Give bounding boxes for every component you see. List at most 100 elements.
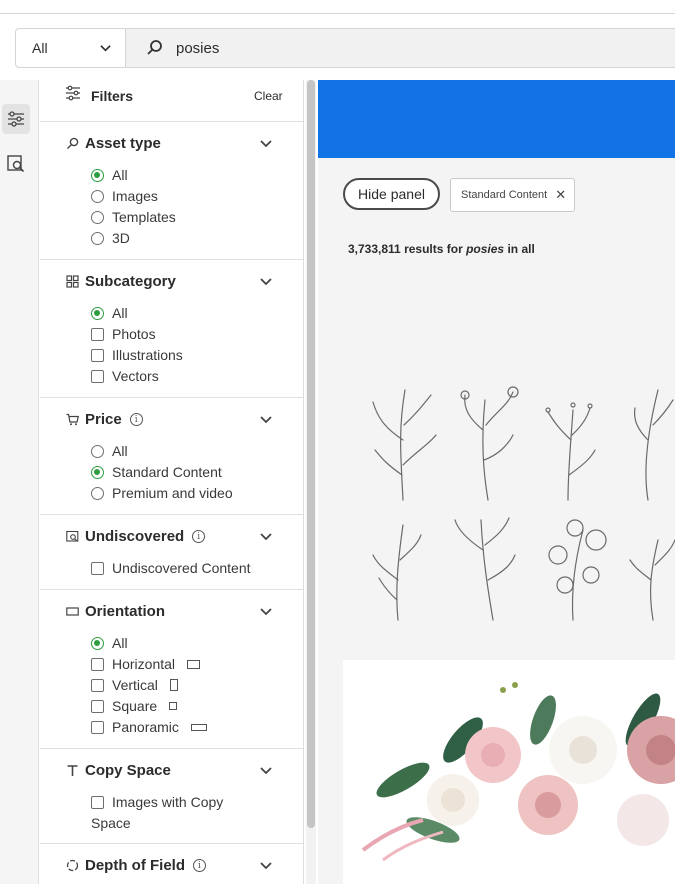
filters-header: Filters Clear: [40, 80, 303, 122]
panoramic-shape-icon: [190, 723, 207, 731]
radio[interactable]: [91, 231, 104, 245]
vertical-shape-icon: [169, 679, 178, 691]
search-bar: All: [15, 28, 675, 68]
subcategory-option-vectors[interactable]: Vectors: [91, 367, 159, 385]
subcategory-section: Subcategory All Photos Illustrations Vec…: [40, 260, 303, 398]
undiscovered-option[interactable]: Undiscovered Content: [91, 559, 251, 577]
price-header[interactable]: Price i: [66, 411, 143, 428]
chevron-down-icon[interactable]: [260, 767, 272, 775]
square-shape-icon: [169, 702, 178, 710]
asset-type-option-all[interactable]: All: [91, 166, 128, 184]
chevron-down-icon[interactable]: [260, 862, 272, 870]
copy-space-header[interactable]: Copy Space: [66, 762, 171, 779]
orientation-option-all[interactable]: All: [91, 634, 128, 652]
info-icon[interactable]: i: [193, 859, 206, 872]
radio-selected[interactable]: [91, 636, 104, 650]
price-title: Price: [85, 411, 122, 428]
chevron-down-icon[interactable]: [260, 533, 272, 541]
subcategory-option-illustrations[interactable]: Illustrations: [91, 346, 183, 364]
undiscovered-header[interactable]: Undiscovered i: [66, 528, 206, 545]
left-rail: [0, 80, 39, 884]
result-thumbnail-botanical-sketches[interactable]: [343, 380, 675, 640]
depth-of-field-section: Depth of Field i: [40, 844, 303, 884]
close-icon[interactable]: ✕: [555, 187, 566, 203]
panel-scrollbar[interactable]: [306, 80, 316, 884]
sliders-icon: [8, 111, 24, 127]
subcategory-option-all[interactable]: All: [91, 304, 128, 322]
chevron-down-icon[interactable]: [260, 416, 272, 424]
orientation-option-panoramic[interactable]: Panoramic: [91, 718, 207, 736]
checkbox[interactable]: [91, 348, 104, 362]
image-search-icon: [66, 530, 79, 542]
copy-space-section: Copy Space Images with Copy Space: [40, 749, 303, 844]
orientation-option-vertical[interactable]: Vertical: [91, 676, 178, 694]
subcategory-header[interactable]: Subcategory: [66, 273, 176, 290]
checkbox[interactable]: [91, 720, 104, 734]
subcategory-option-photos[interactable]: Photos: [91, 325, 156, 343]
aperture-icon: [66, 859, 79, 872]
scrollbar-thumb[interactable]: [307, 80, 315, 828]
scope-label: All: [32, 40, 48, 56]
hide-panel-button[interactable]: Hide panel: [343, 178, 440, 210]
clear-filters-button[interactable]: Clear: [254, 89, 283, 103]
filter-chip[interactable]: Standard Content ✕: [450, 178, 575, 212]
radio-selected[interactable]: [91, 465, 104, 479]
promo-banner[interactable]: [318, 80, 675, 158]
radio[interactable]: [91, 210, 104, 224]
orientation-section: Orientation All Horizontal Vertical Squa…: [40, 590, 303, 749]
chevron-down-icon[interactable]: [260, 278, 272, 286]
results-area: Hide panel Standard Content ✕ 3,733,811 …: [318, 80, 675, 884]
image-search-icon: [7, 155, 25, 173]
sliders-icon: [66, 85, 80, 101]
copy-space-option[interactable]: Images with Copy: [91, 793, 223, 811]
asset-type-option-templates[interactable]: Templates: [91, 208, 176, 226]
undiscovered-section: Undiscovered i Undiscovered Content: [40, 515, 303, 590]
subcategory-title: Subcategory: [85, 273, 176, 290]
asset-type-title: Asset type: [85, 135, 161, 152]
info-icon[interactable]: i: [192, 530, 206, 543]
radio-selected[interactable]: [91, 168, 104, 182]
asset-type-option-images[interactable]: Images: [91, 187, 158, 205]
checkbox[interactable]: [91, 699, 104, 713]
orientation-header[interactable]: Orientation: [66, 603, 165, 620]
depth-of-field-title: Depth of Field: [85, 857, 185, 874]
checkbox[interactable]: [91, 327, 104, 341]
checkbox[interactable]: [91, 678, 104, 692]
copy-space-option-line2: Space: [91, 815, 131, 831]
results-summary: 3,733,811 results for posies in all: [348, 242, 535, 256]
price-option-premium[interactable]: Premium and video: [91, 484, 233, 502]
search-field: [126, 29, 675, 67]
filters-rail-button[interactable]: [2, 104, 30, 134]
result-thumbnail-floral-bouquet[interactable]: [343, 660, 675, 884]
checkbox[interactable]: [91, 369, 104, 383]
price-option-all[interactable]: All: [91, 442, 128, 460]
chevron-down-icon[interactable]: [260, 140, 272, 148]
radio[interactable]: [91, 486, 104, 500]
checkbox[interactable]: [91, 657, 104, 671]
checkbox[interactable]: [91, 795, 104, 809]
info-icon[interactable]: i: [129, 413, 143, 426]
visual-search-rail-button[interactable]: [2, 148, 30, 178]
radio[interactable]: [91, 189, 104, 203]
orientation-option-square[interactable]: Square: [91, 697, 178, 715]
radio-selected[interactable]: [91, 306, 104, 320]
filters-title: Filters: [91, 88, 134, 104]
checkbox[interactable]: [91, 561, 104, 575]
asset-type-option-3d[interactable]: 3D: [91, 229, 130, 247]
grid-icon: [66, 275, 79, 288]
search-input[interactable]: [176, 39, 476, 57]
search-icon: [67, 137, 79, 149]
filter-chip-label: Standard Content: [461, 189, 548, 201]
asset-type-header[interactable]: Asset type: [66, 135, 161, 152]
filters-panel: Filters Clear Asset type All Images Temp…: [40, 80, 304, 884]
price-option-standard[interactable]: Standard Content: [91, 463, 222, 481]
chevron-down-icon: [100, 44, 111, 52]
price-section: Price i All Standard Content Premium and…: [40, 398, 303, 515]
radio[interactable]: [91, 444, 104, 458]
search-icon: [147, 40, 162, 55]
undiscovered-title: Undiscovered: [85, 528, 185, 545]
chevron-down-icon[interactable]: [260, 608, 272, 616]
depth-of-field-header[interactable]: Depth of Field i: [66, 857, 206, 874]
scope-dropdown[interactable]: All: [16, 29, 126, 67]
orientation-option-horizontal[interactable]: Horizontal: [91, 655, 201, 673]
